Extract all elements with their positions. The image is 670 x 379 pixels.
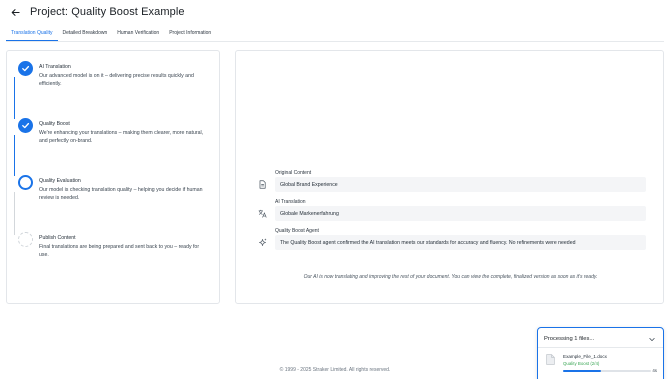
panel-divider [538,347,663,348]
original-content-value: Global Brand Experience [275,177,646,192]
translate-icon [258,209,267,218]
file-progress-fill [563,370,601,372]
step-in-progress-icon [18,175,33,190]
ai-translation-value: Globale Markenerfahrung [275,206,646,221]
processing-panel-title: Processing 1 files... [544,336,595,342]
step-description: Final translations are being prepared an… [39,244,200,258]
document-icon [259,180,266,189]
processing-files-panel: Processing 1 files... Example_File_1.doc… [537,327,664,379]
translation-preview-card: Original Content Global Brand Experience… [235,50,664,304]
arrow-left-icon [11,8,20,16]
field-label: AI Translation [275,199,306,205]
page-header: Project: Quality Boost Example [9,5,185,19]
processing-status-note: Our AI is now translating and improving … [303,274,598,280]
step-connector [14,77,15,119]
chevron-down-icon[interactable] [649,337,655,342]
step-connector [14,135,15,176]
step-description: We're enhancing your translations – maki… [39,130,204,144]
field-label: Original Content [275,170,312,176]
sparkle-icon [259,238,267,246]
progress-steps-card: AI Translation Our advanced model is on … [6,50,220,304]
quality-boost-agent-value: The Quality Boost agent confirmed the AI… [275,235,646,250]
step-title: Quality Evaluation [39,178,81,184]
step-title: AI Translation [39,64,71,70]
step-pending-icon [18,232,33,247]
step-title: Quality Boost [39,121,70,127]
tab-divider [6,41,664,42]
step-title: Publish Content [39,235,76,241]
tab-detailed-breakdown[interactable]: Detailed Breakdown [58,28,113,41]
file-name: Example_File_1.docx [563,354,607,359]
tab-translation-quality[interactable]: Translation Quality [6,28,58,41]
page-title: Project: Quality Boost Example [30,6,185,18]
file-eta: 4s [652,368,657,373]
file-progress-bar [563,370,651,372]
field-label: Quality Boost Agent [275,228,319,234]
step-complete-icon [18,118,33,133]
file-icon [546,354,555,365]
tab-project-information[interactable]: Project Information [164,28,216,41]
tab-bar: Translation Quality Detailed Breakdown H… [6,28,216,41]
step-description: Our advanced model is on it – delivering… [39,73,194,87]
back-button[interactable] [9,6,21,18]
step-connector [14,192,15,235]
tab-human-verification[interactable]: Human Verification [112,28,164,41]
step-description: Our model is checking translation qualit… [39,187,203,201]
step-complete-icon [18,61,33,76]
file-stage-status: Quality Boost (2/4) [563,361,600,366]
